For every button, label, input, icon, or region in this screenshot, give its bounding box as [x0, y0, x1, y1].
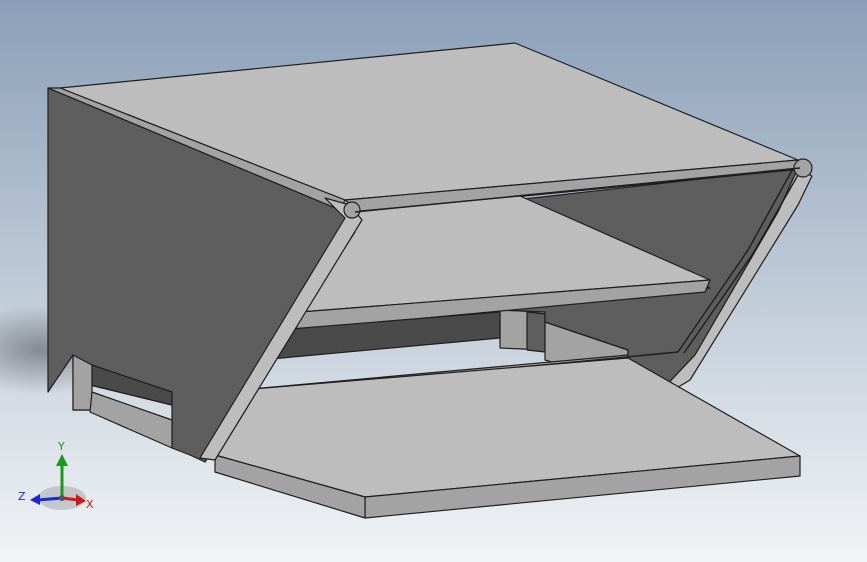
- z-axis-arrow: [30, 494, 40, 505]
- model-view[interactable]: [0, 0, 867, 562]
- x-axis-label: X: [86, 498, 94, 511]
- triad-origin: [59, 495, 65, 501]
- reference-triad: Y X Z: [18, 440, 94, 511]
- y-axis-arrow: [56, 454, 68, 466]
- hinge-knob-left: [343, 201, 361, 219]
- z-axis-label: Z: [18, 490, 26, 503]
- y-axis-label: Y: [57, 440, 65, 453]
- graphics-viewport[interactable]: Y X Z: [0, 0, 867, 562]
- left-panel-slot-face: [72, 354, 93, 411]
- back-support-inner: [526, 311, 546, 353]
- z-axis-line: [37, 496, 63, 502]
